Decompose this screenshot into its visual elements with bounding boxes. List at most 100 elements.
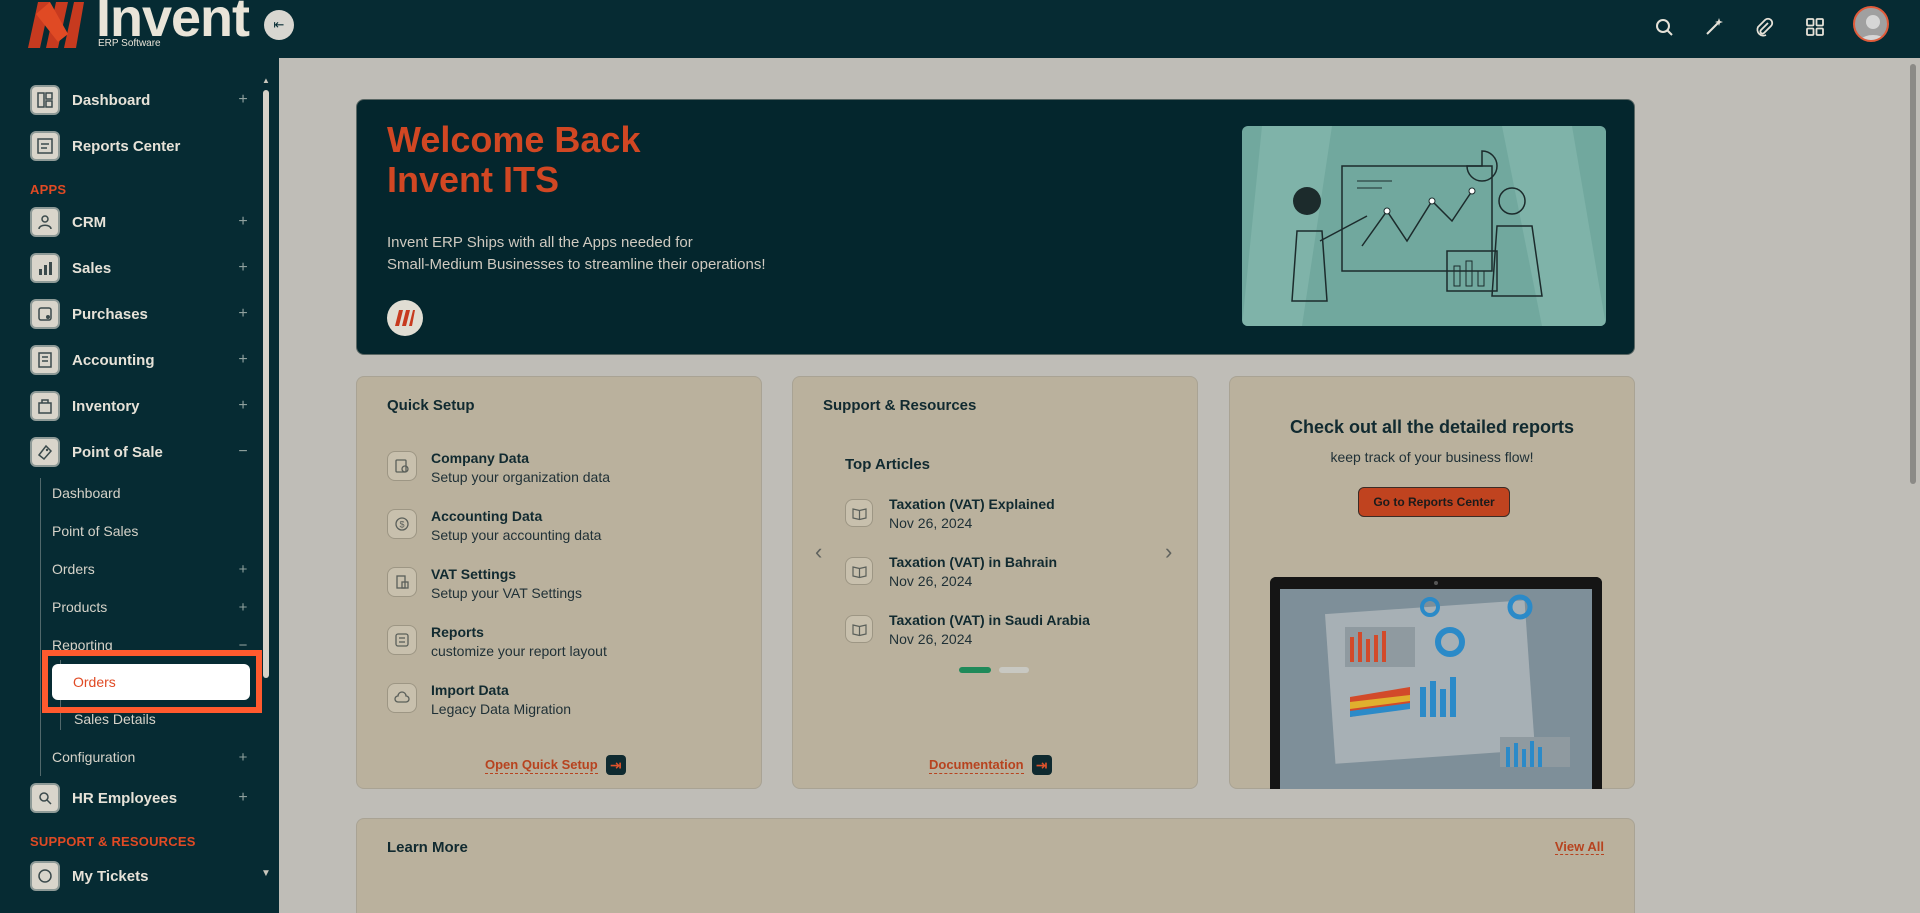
article-item[interactable]: Taxation (VAT) Explained Nov 26, 2024 bbox=[845, 495, 1055, 535]
quick-setup-desc: Setup your accounting data bbox=[431, 527, 602, 543]
expand-plus-icon[interactable]: + bbox=[236, 789, 250, 807]
quick-setup-title: Quick Setup bbox=[387, 397, 475, 414]
expand-plus-icon[interactable]: + bbox=[236, 561, 250, 578]
top-articles-title: Top Articles bbox=[845, 456, 931, 473]
link-label: Open Quick Setup bbox=[485, 756, 598, 774]
sidebar-item-label: Purchases bbox=[72, 305, 148, 323]
sidebar-item-label: CRM bbox=[72, 213, 107, 231]
documentation-link[interactable]: Documentation ⇥ bbox=[929, 755, 1052, 775]
expand-plus-icon[interactable]: + bbox=[236, 305, 250, 323]
brand-logo[interactable]: Invent ERP Software bbox=[28, 0, 258, 50]
magic-wand-icon[interactable] bbox=[1699, 12, 1729, 42]
collapse-left-icon: ⇤ bbox=[273, 17, 285, 32]
banner-text-line2: Small-Medium Businesses to streamline th… bbox=[387, 256, 766, 273]
sub-item-label: Dashboard bbox=[52, 485, 121, 501]
quick-setup-card: Quick Setup Company Data Setup your orga… bbox=[356, 376, 762, 789]
submenu-guide-line bbox=[40, 478, 41, 776]
quick-setup-accounting-data[interactable]: $ Accounting Data Setup your accounting … bbox=[387, 507, 601, 547]
company-icon bbox=[387, 451, 417, 481]
article-title: Taxation (VAT) Explained bbox=[889, 496, 1055, 512]
quick-setup-text: VAT Settings Setup your VAT Settings bbox=[431, 565, 582, 605]
quick-setup-reports[interactable]: Reports customize your report layout bbox=[387, 623, 607, 663]
carousel-prev-icon[interactable]: ‹ bbox=[815, 539, 822, 565]
apps-grid-icon[interactable] bbox=[1800, 12, 1830, 42]
collapse-minus-icon[interactable]: − bbox=[236, 443, 250, 461]
sidebar-scrollbar[interactable] bbox=[263, 90, 269, 678]
reports-subtitle: keep track of your business flow! bbox=[1330, 449, 1534, 465]
sales-icon bbox=[30, 253, 60, 283]
go-to-reports-center-button[interactable]: Go to Reports Center bbox=[1358, 487, 1510, 517]
expand-plus-icon[interactable]: + bbox=[236, 397, 250, 415]
reporting-sub-orders[interactable]: Orders bbox=[52, 664, 250, 700]
banner-text-line1: Invent ERP Ships with all the Apps neede… bbox=[387, 234, 693, 251]
scroll-up-arrow-icon[interactable]: ▲ bbox=[262, 76, 270, 85]
cloud-icon bbox=[387, 683, 417, 713]
search-icon[interactable] bbox=[1649, 12, 1679, 42]
sidebar-item-purchases[interactable]: Purchases + bbox=[30, 298, 250, 330]
expand-plus-icon[interactable]: + bbox=[236, 259, 250, 277]
banner-title: Welcome Back Invent ITS bbox=[387, 120, 640, 200]
expand-plus-icon[interactable]: + bbox=[236, 599, 250, 616]
expand-plus-icon[interactable]: + bbox=[236, 213, 250, 231]
sidebar-item-my-tickets[interactable]: My Tickets bbox=[30, 860, 250, 892]
article-item[interactable]: Taxation (VAT) in Saudi Arabia Nov 26, 2… bbox=[845, 611, 1090, 651]
pos-sub-orders[interactable]: Orders + bbox=[52, 558, 250, 580]
carousel-next-icon[interactable]: › bbox=[1165, 539, 1172, 565]
sidebar-item-dashboard[interactable]: Dashboard + bbox=[30, 84, 250, 116]
collapse-sidebar-button[interactable]: ⇤ bbox=[264, 10, 294, 40]
apps-section-title: APPS bbox=[30, 182, 67, 197]
sidebar-item-reports-center[interactable]: Reports Center bbox=[30, 130, 250, 162]
quick-setup-import-data[interactable]: Import Data Legacy Data Migration bbox=[387, 681, 571, 721]
article-item[interactable]: Taxation (VAT) in Bahrain Nov 26, 2024 bbox=[845, 553, 1057, 593]
svg-text:$: $ bbox=[399, 520, 404, 530]
main-scrollbar[interactable] bbox=[1910, 64, 1916, 484]
sidebar-item-label: Dashboard bbox=[72, 91, 151, 109]
book-icon bbox=[845, 499, 873, 527]
book-icon bbox=[845, 615, 873, 643]
carousel-dot[interactable] bbox=[999, 667, 1029, 673]
quick-setup-company-data[interactable]: Company Data Setup your organization dat… bbox=[387, 449, 610, 489]
hr-icon bbox=[30, 783, 60, 813]
reports-title: Check out all the detailed reports bbox=[1289, 417, 1575, 437]
sidebar-item-label: HR Employees bbox=[72, 789, 178, 807]
view-all-link[interactable]: View All bbox=[1554, 839, 1604, 855]
banner-logo-icon bbox=[387, 300, 423, 336]
expand-plus-icon[interactable]: + bbox=[236, 351, 250, 369]
pos-icon bbox=[30, 437, 60, 467]
quick-setup-vat-settings[interactable]: VAT Settings Setup your VAT Settings bbox=[387, 565, 582, 605]
link-label: Documentation bbox=[929, 756, 1024, 774]
scroll-down-arrow-icon[interactable]: ▼ bbox=[261, 868, 271, 879]
sidebar-item-point-of-sale[interactable]: Point of Sale − bbox=[30, 436, 250, 468]
quick-setup-text: Import Data Legacy Data Migration bbox=[431, 681, 571, 721]
sub-item-label: Point of Sales bbox=[52, 523, 139, 539]
article-text: Taxation (VAT) in Bahrain Nov 26, 2024 bbox=[889, 553, 1057, 593]
paperclip-icon[interactable] bbox=[1749, 12, 1779, 42]
sidebar-item-label: Sales bbox=[72, 259, 112, 277]
pos-sub-dashboard[interactable]: Dashboard bbox=[52, 482, 250, 504]
pos-sub-point-of-sales[interactable]: Point of Sales bbox=[52, 520, 250, 542]
quick-setup-desc: Setup your VAT Settings bbox=[431, 585, 582, 601]
sidebar-item-crm[interactable]: CRM + bbox=[30, 206, 250, 238]
expand-plus-icon[interactable]: + bbox=[236, 91, 250, 109]
sidebar-item-label: Inventory bbox=[72, 397, 140, 415]
sidebar-item-accounting[interactable]: Accounting + bbox=[30, 344, 250, 376]
user-avatar[interactable] bbox=[1853, 6, 1889, 42]
purchases-icon bbox=[30, 299, 60, 329]
article-text: Taxation (VAT) in Saudi Arabia Nov 26, 2… bbox=[889, 611, 1090, 651]
article-text: Taxation (VAT) Explained Nov 26, 2024 bbox=[889, 495, 1055, 535]
open-quick-setup-link[interactable]: Open Quick Setup ⇥ bbox=[485, 755, 626, 775]
pos-sub-configuration[interactable]: Configuration + bbox=[52, 746, 250, 768]
pos-sub-products[interactable]: Products + bbox=[52, 596, 250, 618]
sidebar-item-hr-employees[interactable]: HR Employees + bbox=[30, 782, 250, 814]
article-date: Nov 26, 2024 bbox=[889, 515, 973, 531]
quick-setup-name: Accounting Data bbox=[431, 508, 543, 524]
expand-plus-icon[interactable]: + bbox=[236, 749, 250, 766]
sidebar-item-inventory[interactable]: Inventory + bbox=[30, 390, 250, 422]
quick-setup-name: Reports bbox=[431, 624, 484, 640]
carousel-dot-active[interactable] bbox=[959, 667, 991, 673]
sub-item-label: Products bbox=[52, 599, 108, 615]
book-icon bbox=[845, 557, 873, 585]
dashboard-icon bbox=[30, 85, 60, 115]
reports-icon bbox=[30, 131, 60, 161]
sidebar-item-sales[interactable]: Sales + bbox=[30, 252, 250, 284]
